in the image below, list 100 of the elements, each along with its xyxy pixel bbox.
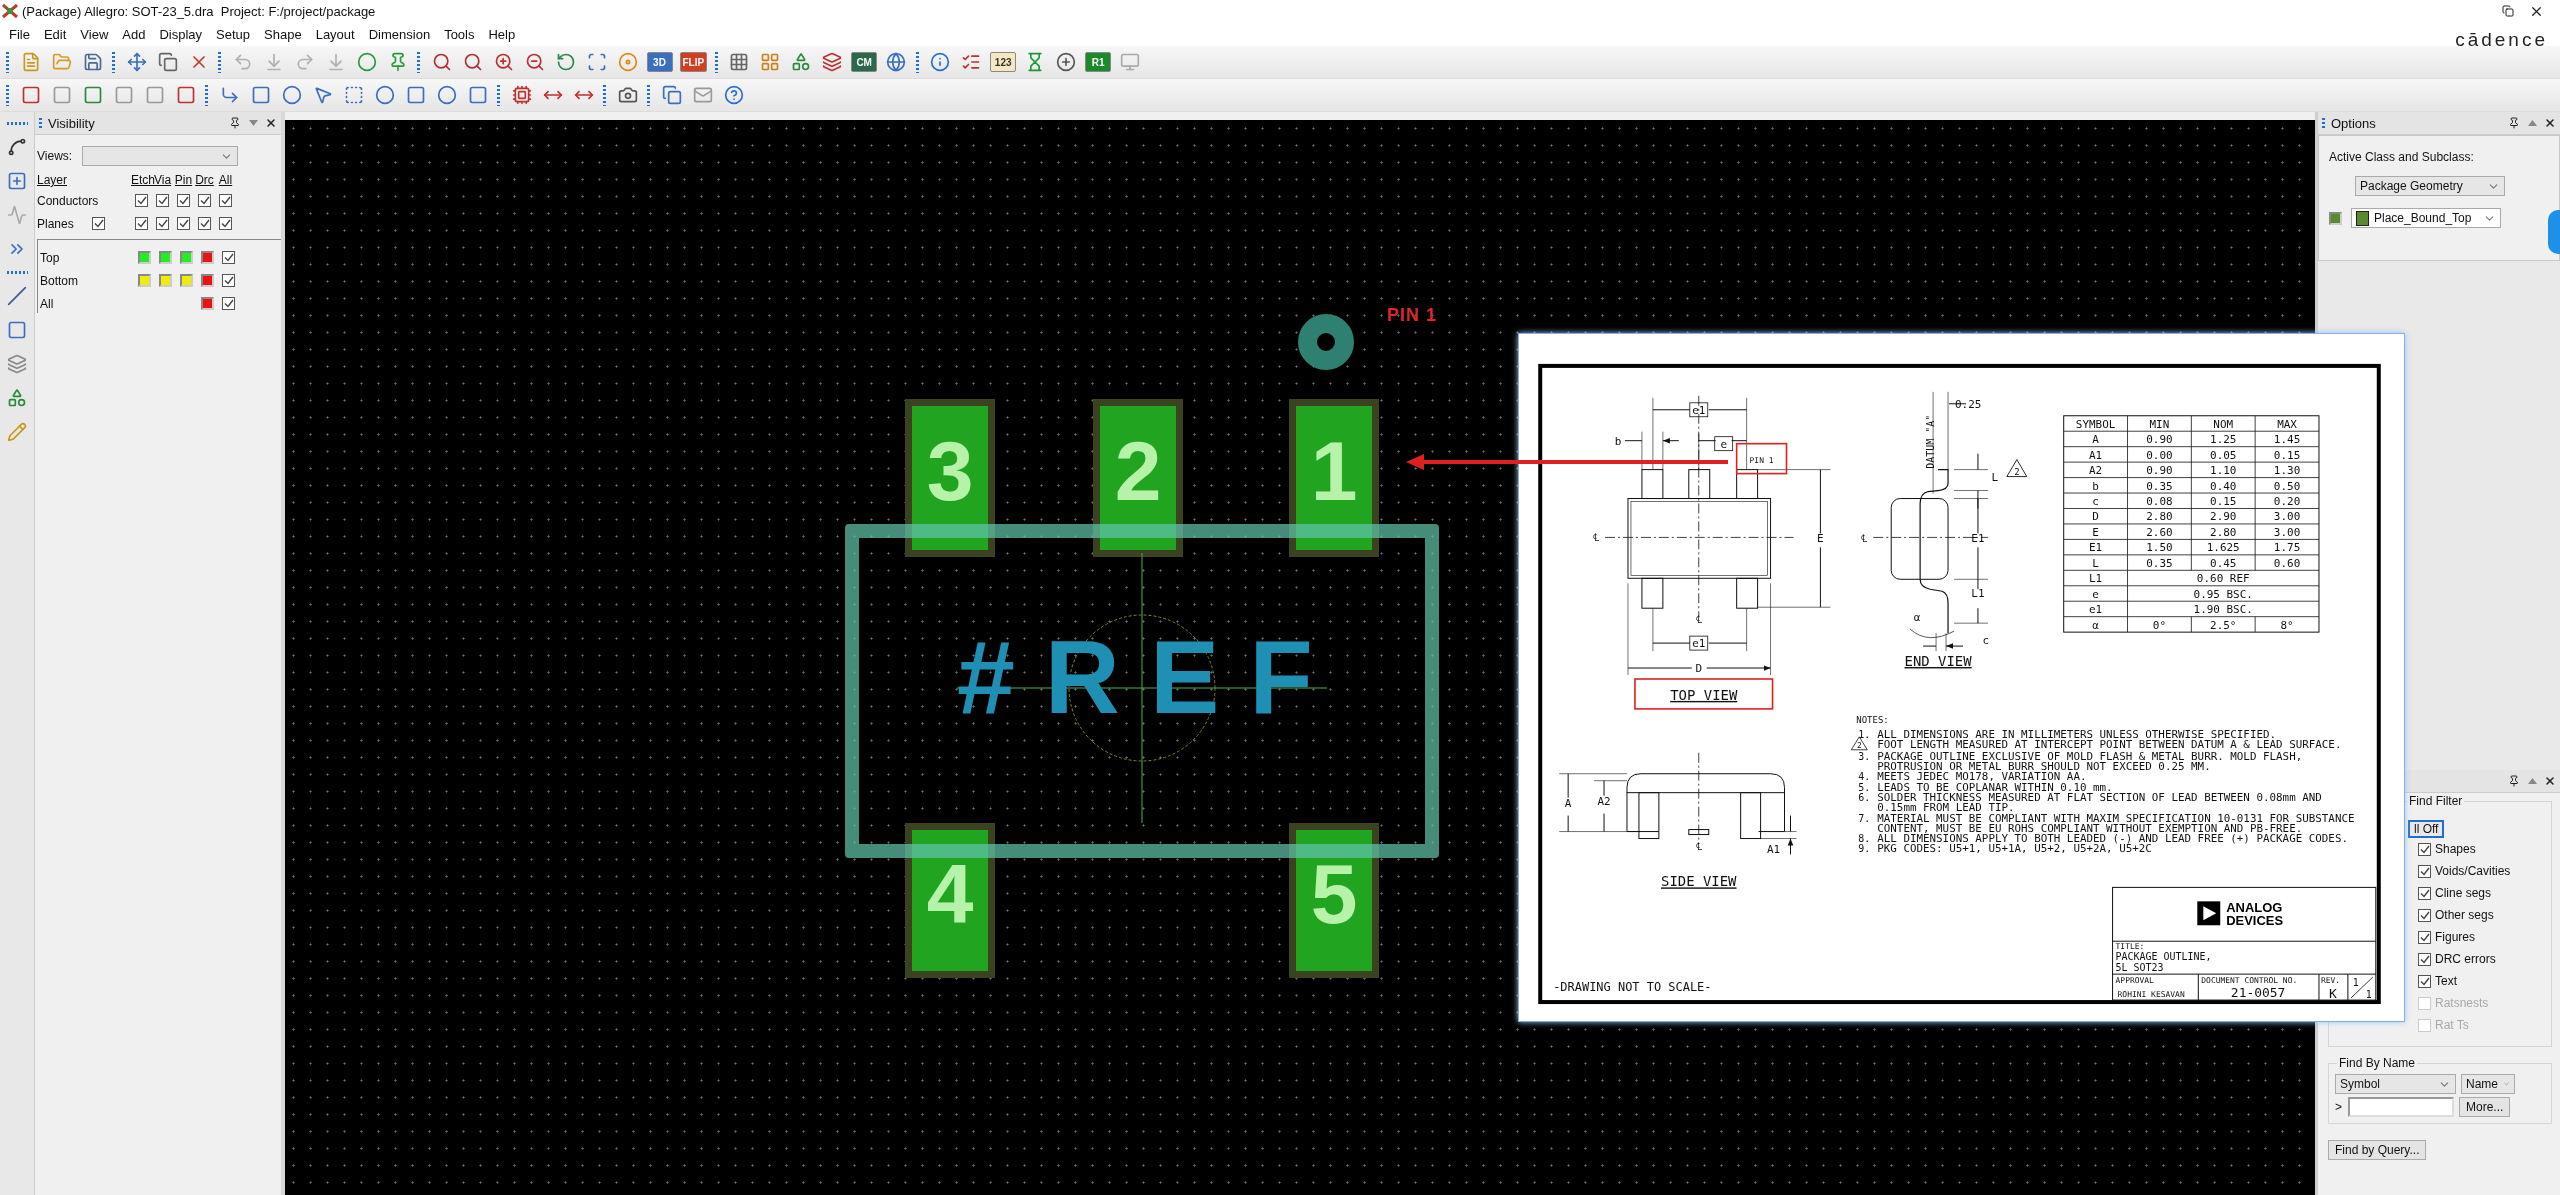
table-cell: 1.75 [2273, 541, 2301, 555]
table-cell: 2.80 [2146, 510, 2173, 524]
field-label: DOCUMENT CONTROL NO. [2201, 976, 2298, 986]
table-cell: 2.60 [2146, 525, 2173, 539]
table-cell: 0.90 [2146, 464, 2173, 478]
table-cell: e [2092, 587, 2099, 601]
note-number: 9. [1858, 843, 1871, 855]
view-caption: TOP VIEW [1634, 678, 1774, 710]
column-header: Layer [37, 173, 69, 187]
menu-item[interactable]: Display [152, 24, 210, 44]
group-label: Find By Name [2337, 1056, 2418, 1070]
pin-callout: PIN 1 [1735, 442, 1788, 475]
table-cell: 0.05 [2210, 448, 2237, 462]
dimension-label: ℄ [1695, 840, 1702, 854]
note-number: 5. [1858, 781, 1871, 793]
subclass-dropdown[interactable]: Place_Bound_Top [2351, 208, 2501, 228]
table-cell: 1.30 [2273, 464, 2301, 478]
dimension-label: L1 [1971, 587, 1985, 601]
column-header: All [217, 173, 234, 187]
type-dropdown[interactable]: Symbol [2335, 1074, 2456, 1094]
dimension-label: ℄ [1861, 532, 1868, 546]
table-cell: E [2092, 525, 2099, 539]
document-number: 21-0057 [2230, 985, 2286, 1001]
cm-button[interactable]: CM [851, 52, 878, 72]
pad: 3 [905, 399, 995, 557]
table-cell: 2.80 [2210, 525, 2237, 539]
row-label: All [40, 296, 54, 311]
table-cell: 3.00 [2273, 510, 2301, 524]
r1-button[interactable]: R1 [1085, 52, 1112, 72]
table-cell: e1 [2089, 603, 2103, 617]
table-cell: D [2092, 510, 2099, 524]
dimension-label: ℄ [1593, 531, 1600, 545]
table-cell: 0.35 [2146, 556, 2173, 570]
column-header: Drc [194, 173, 215, 187]
revision: K [2329, 986, 2337, 1002]
checkbox-label: Ratsnests [2435, 996, 2489, 1010]
flip-button[interactable]: FLIP [679, 52, 708, 72]
panel-title: Options [2331, 115, 2377, 131]
dimension-label: E [1817, 532, 1824, 546]
note-flag: 2 [2006, 459, 2028, 478]
query-button[interactable]: Find by Query... [2328, 1140, 2427, 1160]
3d-button[interactable]: 3D [646, 52, 673, 72]
table-cell: 8° [2280, 618, 2294, 632]
table-cell: 2.5° [2210, 618, 2237, 632]
menu-item[interactable]: Tools [437, 24, 482, 44]
table-cell: b [2092, 479, 2099, 493]
dimension-label: DATUM "A" [1925, 414, 1937, 469]
menu-item[interactable]: Layout [308, 24, 362, 44]
dimension-label: A [1564, 796, 1572, 810]
checkbox-label: Text [2435, 974, 2457, 988]
dimension-label: A1 [1766, 843, 1781, 857]
table-cell: A [2092, 433, 2099, 447]
table-cell: 0.15 [2273, 448, 2301, 462]
checkbox-label: Other segs [2435, 908, 2494, 922]
table-cell: L [2092, 556, 2099, 570]
table-cell: 0.40 [2210, 479, 2237, 493]
note-number: 8. [1858, 832, 1871, 844]
table-cell: α [2092, 618, 2099, 632]
dimension-label: α [1913, 611, 1921, 625]
table-cell: 0° [2152, 618, 2167, 632]
pad: 2 [1093, 399, 1183, 557]
note-number: 6. [1858, 791, 1871, 803]
notes-title: NOTES: [1856, 714, 1889, 725]
pad: 1 [1289, 399, 1379, 557]
checkbox-label: Rat Ts [2435, 1018, 2469, 1032]
class-dropdown[interactable]: Package Geometry [2355, 176, 2505, 196]
field-label: TITLE: [2115, 942, 2145, 952]
menu-item[interactable]: File [2, 24, 37, 44]
scale-note: -DRAWING NOT TO SCALE- [1553, 980, 1712, 995]
pin-label: PIN 1 [1387, 305, 1438, 326]
menu-item[interactable]: Edit [36, 24, 74, 44]
dimension-label: E1 [1971, 532, 1985, 546]
menu-item[interactable]: Help [481, 24, 523, 44]
view-caption: SIDE VIEW [1661, 873, 1737, 890]
table-cell: 2.90 [2210, 510, 2237, 524]
table-cell: 0.15 [2210, 495, 2237, 508]
column-header: MIN [2149, 417, 2170, 431]
dimension-label: e [1714, 436, 1734, 452]
sheet-number: 1 1 [2350, 976, 2374, 1001]
numbering-button[interactable]: 123 [990, 52, 1017, 72]
field-dropdown[interactable]: Name [2461, 1074, 2515, 1094]
menu-item[interactable]: Setup [209, 24, 258, 44]
view-caption: END VIEW [1904, 653, 1972, 670]
menu-item[interactable]: View [73, 24, 116, 44]
column-header: Pin [173, 173, 194, 187]
menu-item[interactable]: Add [115, 24, 153, 44]
dimension-label: ℄ [1695, 613, 1702, 627]
row-label: Bottom [40, 273, 78, 288]
toggle-button[interactable]: ll Off [2408, 820, 2445, 838]
table-cell: 0.95 BSC. [2193, 587, 2253, 601]
row-label: Planes [37, 216, 74, 231]
menu-item[interactable]: Dimension [361, 24, 438, 44]
window-title: (Package) Allegro: SOT-23_5.dra Project: F:/project/package [22, 3, 376, 19]
field-label: APPROVAL [2115, 976, 2154, 986]
column-header: Via [153, 173, 173, 187]
checkbox-label: DRC errors [2435, 952, 2496, 966]
menu-item[interactable]: Shape [257, 24, 309, 44]
table-cell: 0.00 [2146, 448, 2173, 462]
more-button[interactable]: More... [2459, 1097, 2511, 1117]
checkbox-label: Voids/Cavities [2435, 864, 2511, 878]
